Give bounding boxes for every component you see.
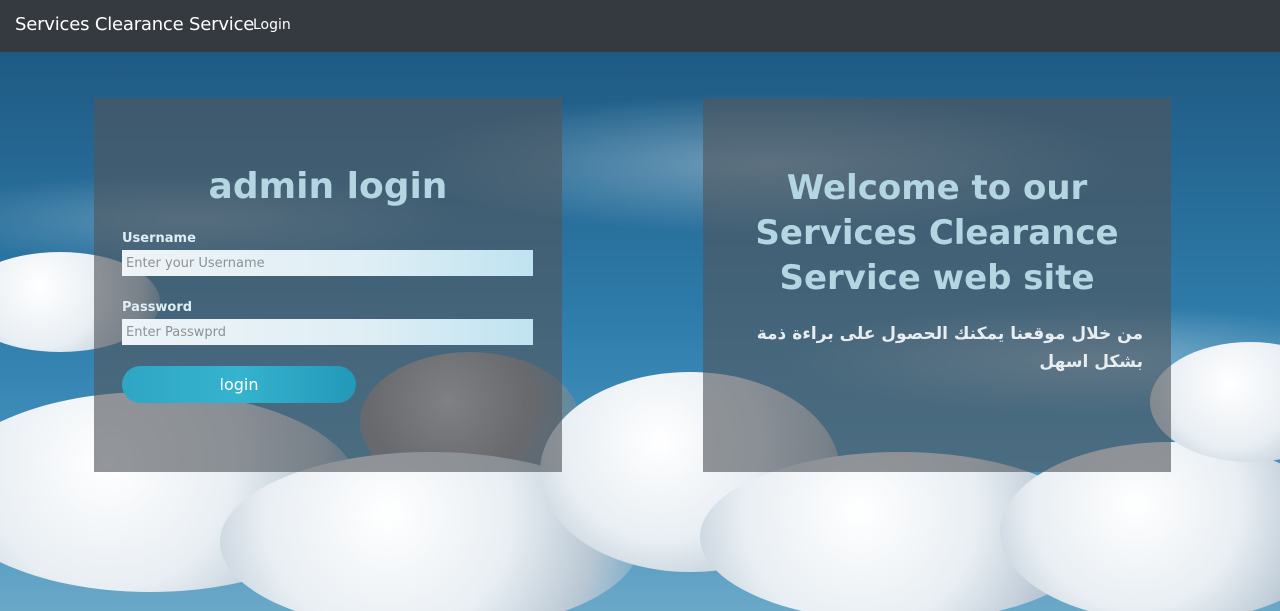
login-button[interactable]: login [122,366,356,403]
nav-link-login[interactable]: Login [253,17,291,33]
welcome-subtitle: من خلال موقعنا يمكنك الحصول على براءة ذم… [756,324,1143,372]
username-label: Username [122,231,196,246]
brand-title[interactable]: Services Clearance Service [15,14,254,35]
username-input[interactable] [122,250,533,276]
login-title: admin login [208,166,448,207]
password-input[interactable] [122,319,533,345]
welcome-panel: Welcome to our Services Clearance Servic… [703,98,1171,472]
admin-login-panel: admin login Username Password login [94,98,562,472]
welcome-heading: Welcome to our Services Clearance Servic… [755,168,1119,298]
password-label: Password [122,300,193,315]
top-navbar: Services Clearance Service Login [0,0,1280,52]
